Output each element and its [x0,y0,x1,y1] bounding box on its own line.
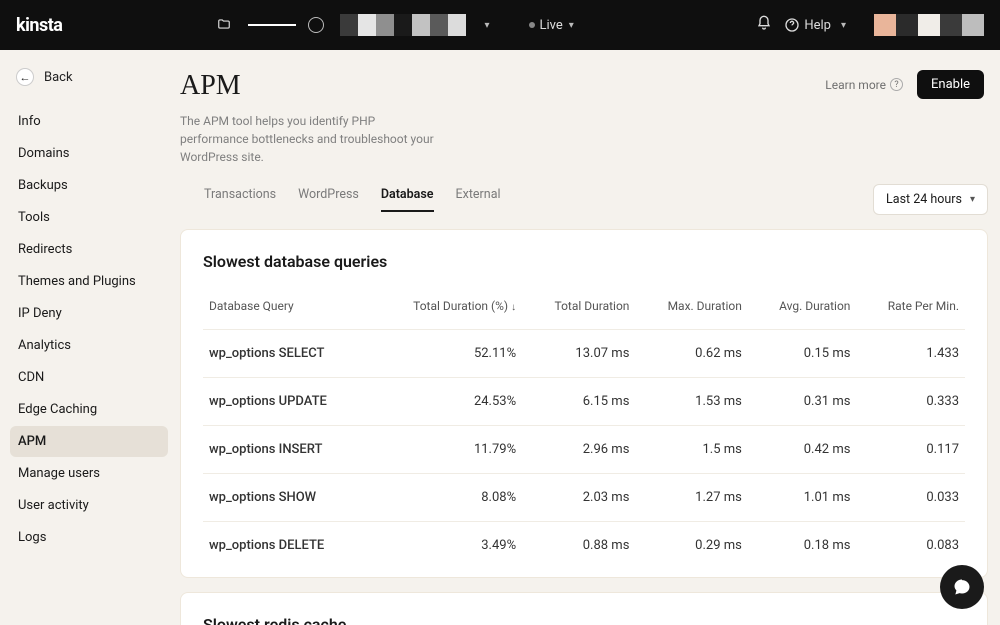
folder-label-bar [248,24,296,26]
cell-rate: 0.117 [856,426,965,474]
tab-database[interactable]: Database [381,187,434,212]
cell-max: 1.27 ms [635,474,747,522]
sidebar-item-edge-caching[interactable]: Edge Caching [10,394,168,425]
sidebar-item-domains[interactable]: Domains [10,138,168,169]
cell-rate: 1.433 [856,330,965,378]
table-row[interactable]: wp_options SELECT52.11%13.07 ms0.62 ms0.… [203,330,965,378]
tabs: Transactions WordPress Database External [180,187,501,212]
sidebar-item-user-activity[interactable]: User activity [10,490,168,521]
back-button[interactable]: ← Back [10,64,168,106]
enable-button[interactable]: Enable [917,70,984,99]
column-header[interactable]: Rate Per Min. [856,291,965,330]
cell-pct: 8.08% [372,474,522,522]
cell-pct: 24.53% [372,378,522,426]
chat-icon [952,577,972,597]
sidebar-item-manage-users[interactable]: Manage users [10,458,168,489]
cell-rate: 0.333 [856,378,965,426]
cell-avg: 0.15 ms [748,330,857,378]
tab-wordpress[interactable]: WordPress [298,187,359,212]
cell-q: wp_options DELETE [203,522,372,570]
cell-max: 0.62 ms [635,330,747,378]
queries-table: Database QueryTotal Duration (%)↓Total D… [203,291,965,569]
site-swatches[interactable] [340,14,466,36]
card-title: Slowest database queries [203,252,965,271]
learn-more-link[interactable]: Learn more ? [825,78,903,92]
sidebar-item-logs[interactable]: Logs [10,522,168,553]
slowest-queries-card: Slowest database queries Database QueryT… [180,229,988,578]
column-header[interactable]: Database Query [203,291,372,330]
cell-max: 0.29 ms [635,522,747,570]
help-label: Help [804,18,831,33]
chat-launcher[interactable] [940,565,984,609]
wordpress-icon[interactable] [308,17,324,33]
sidebar-item-info[interactable]: Info [10,106,168,137]
cell-avg: 1.01 ms [748,474,857,522]
page-subtitle: The APM tool helps you identify PHP perf… [180,112,440,166]
cell-q: wp_options INSERT [203,426,372,474]
sidebar-item-analytics[interactable]: Analytics [10,330,168,361]
cell-q: wp_options SELECT [203,330,372,378]
cell-avg: 0.18 ms [748,522,857,570]
sidebar: ← Back InfoDomainsBackupsToolsRedirectsT… [0,50,178,625]
column-header[interactable]: Total Duration (%)↓ [372,291,522,330]
sort-desc-icon: ↓ [511,302,516,313]
tab-transactions[interactable]: Transactions [204,187,276,212]
chevron-down-icon[interactable]: ▾ [484,20,489,31]
help-menu[interactable]: Help ▾ [784,17,852,33]
table-row[interactable]: wp_options INSERT11.79%2.96 ms1.5 ms0.42… [203,426,965,474]
cell-total: 6.15 ms [522,378,635,426]
topbar: kinsta ▾ Live ▾ Help ▾ [0,0,1000,50]
tab-external[interactable]: External [456,187,501,212]
sidebar-item-tools[interactable]: Tools [10,202,168,233]
avatar[interactable] [874,14,984,36]
cell-total: 13.07 ms [522,330,635,378]
sidebar-item-redirects[interactable]: Redirects [10,234,168,265]
card-title: Slowest redis cache [203,615,965,625]
chevron-down-icon: ▾ [569,20,574,31]
table-row[interactable]: wp_options UPDATE24.53%6.15 ms1.53 ms0.3… [203,378,965,426]
column-header[interactable]: Max. Duration [635,291,747,330]
cell-max: 1.53 ms [635,378,747,426]
cell-avg: 0.31 ms [748,378,857,426]
back-label: Back [44,70,73,85]
sidebar-item-ip-deny[interactable]: IP Deny [10,298,168,329]
sidebar-item-backups[interactable]: Backups [10,170,168,201]
sidebar-item-cdn[interactable]: CDN [10,362,168,393]
chevron-down-icon: ▾ [970,194,975,205]
cell-max: 1.5 ms [635,426,747,474]
cell-avg: 0.42 ms [748,426,857,474]
cell-rate: 0.033 [856,474,965,522]
help-circle-icon: ? [890,78,903,91]
bell-icon[interactable] [756,15,772,35]
column-header[interactable]: Avg. Duration [748,291,857,330]
slowest-redis-card: Slowest redis cache [180,592,988,625]
cell-total: 2.96 ms [522,426,635,474]
live-label: Live [539,18,562,33]
page-title: APM [180,70,440,102]
cell-rate: 0.083 [856,522,965,570]
live-dot-icon [529,22,535,28]
column-header[interactable]: Total Duration [522,291,635,330]
cell-q: wp_options UPDATE [203,378,372,426]
chevron-down-icon: ▾ [841,20,846,31]
cell-q: wp_options SHOW [203,474,372,522]
cell-total: 2.03 ms [522,474,635,522]
table-row[interactable]: wp_options SHOW8.08%2.03 ms1.27 ms1.01 m… [203,474,965,522]
cell-pct: 3.49% [372,522,522,570]
sidebar-item-themes-and-plugins[interactable]: Themes and Plugins [10,266,168,297]
cell-pct: 52.11% [372,330,522,378]
cell-total: 0.88 ms [522,522,635,570]
cell-pct: 11.79% [372,426,522,474]
logo[interactable]: kinsta [16,15,62,36]
main-content: APM The APM tool helps you identify PHP … [178,50,1000,625]
arrow-left-icon: ← [16,68,34,86]
table-row[interactable]: wp_options DELETE3.49%0.88 ms0.29 ms0.18… [203,522,965,570]
folder-icon[interactable] [216,16,232,35]
environment-selector[interactable]: Live ▾ [529,18,579,33]
sidebar-item-apm[interactable]: APM [10,426,168,457]
time-range-selector[interactable]: Last 24 hours ▾ [873,184,988,215]
